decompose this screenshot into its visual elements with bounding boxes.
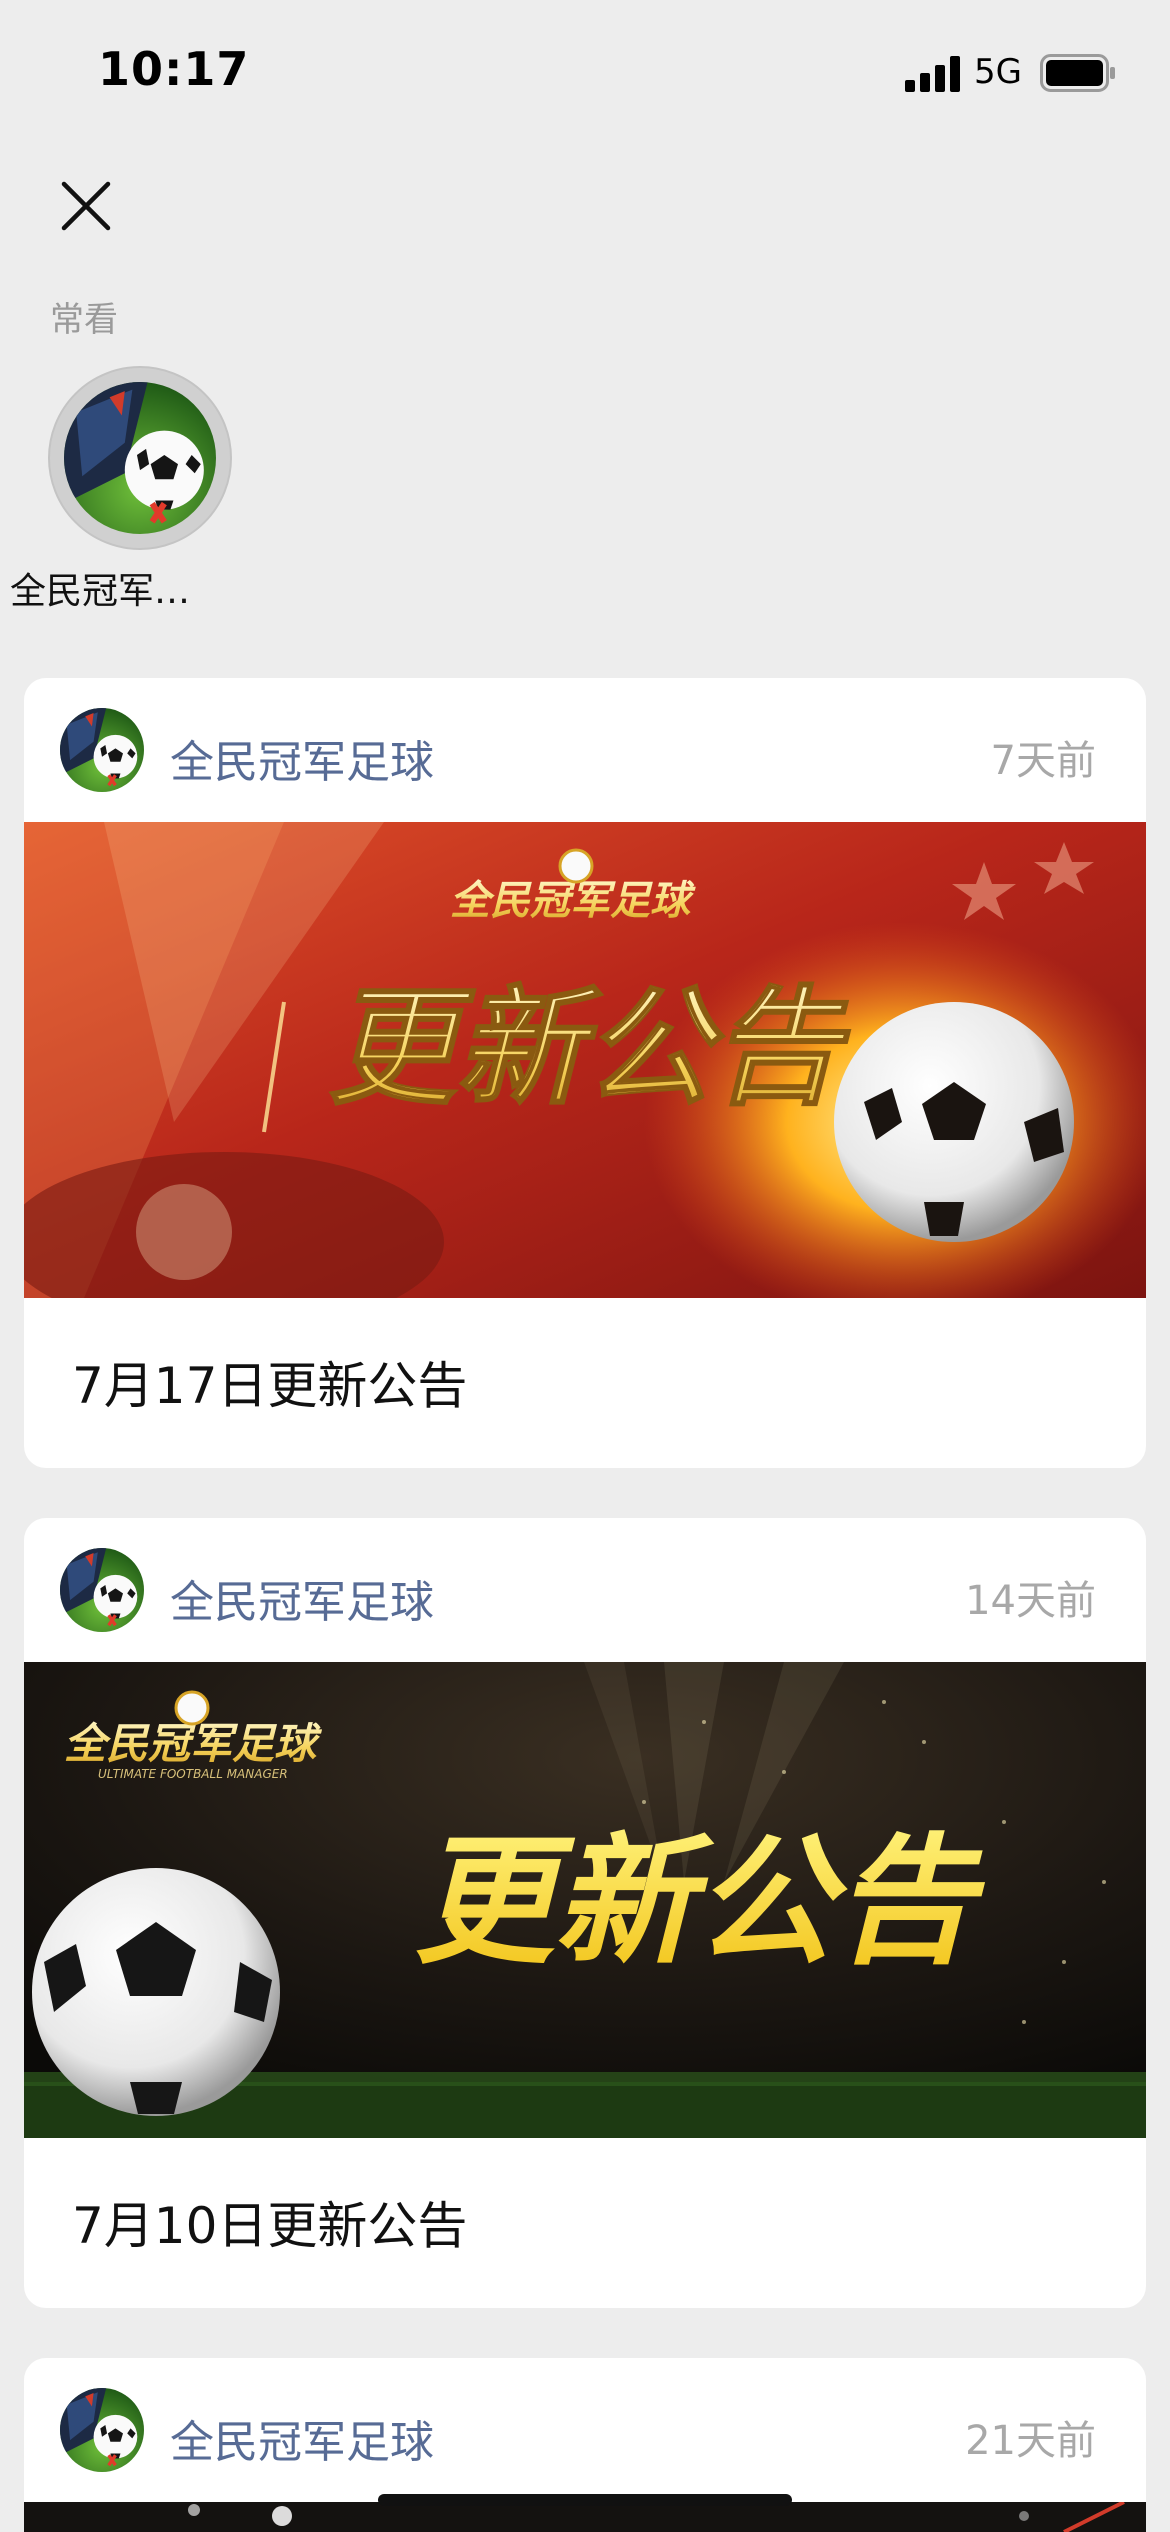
network-type: 5G xyxy=(974,52,1022,92)
card-header: 全民冠军足球 7天前 xyxy=(24,678,1146,822)
article-banner-image[interactable]: 全民冠军足球 更新公告 xyxy=(24,822,1146,1298)
avatar[interactable] xyxy=(60,2388,144,2472)
home-indicator[interactable] xyxy=(378,2494,792,2506)
card-source-name[interactable]: 全民冠军足球 xyxy=(170,2406,434,2470)
signal-strength-icon xyxy=(905,56,960,92)
card-timestamp: 14天前 xyxy=(965,1578,1096,1624)
article-card[interactable]: 全民冠军足球 14天前 全民冠军足球 ULTIMATE FOOTBALL MAN… xyxy=(24,1518,1146,2308)
article-banner-image[interactable] xyxy=(24,2500,1146,2532)
avatar xyxy=(64,382,216,534)
card-timestamp: 7天前 xyxy=(990,738,1096,784)
card-source-name[interactable]: 全民冠军足球 xyxy=(170,1566,434,1630)
article-title[interactable]: 7月17日更新公告 xyxy=(72,1346,467,1418)
card-timestamp: 21天前 xyxy=(965,2418,1096,2464)
card-source-name[interactable]: 全民冠军足球 xyxy=(170,726,434,790)
article-title[interactable]: 7月10日更新公告 xyxy=(72,2186,467,2258)
status-bar: 10:17 5G xyxy=(0,0,1170,150)
close-icon xyxy=(61,181,111,231)
frequent-section-label: 常看 xyxy=(50,300,118,340)
card-header: 全民冠军足球 21天前 xyxy=(24,2358,1146,2502)
frequent-account-name[interactable]: 全民冠军… xyxy=(10,562,250,614)
article-card[interactable]: 全民冠军足球 7天前 全民冠军足球 更新公告 7月17日更新公告 xyxy=(24,678,1146,1468)
banner-artwork: 全民冠军足球 更新公告 xyxy=(24,822,1146,1298)
article-banner-image[interactable]: 全民冠军足球 ULTIMATE FOOTBALL MANAGER 更新公告 xyxy=(24,1662,1146,2138)
battery-icon xyxy=(1040,54,1115,92)
banner-headline: 更新公告 xyxy=(414,1821,986,1984)
status-time: 10:17 xyxy=(98,42,250,96)
banner-logo-subtext: ULTIMATE FOOTBALL MANAGER xyxy=(98,1767,288,1781)
card-header: 全民冠军足球 14天前 xyxy=(24,1518,1146,1662)
avatar[interactable] xyxy=(60,1548,144,1632)
banner-artwork xyxy=(188,2500,1125,2532)
banner-logo-text: 全民冠军足球 xyxy=(64,1719,323,1768)
banner-logo-text: 全民冠军足球 xyxy=(450,878,696,924)
avatar[interactable] xyxy=(60,708,144,792)
banner-headline: 更新公告 xyxy=(328,974,851,1123)
banner-artwork: 全民冠军足球 ULTIMATE FOOTBALL MANAGER 更新公告 xyxy=(24,1662,1146,2138)
close-button[interactable] xyxy=(52,172,120,240)
